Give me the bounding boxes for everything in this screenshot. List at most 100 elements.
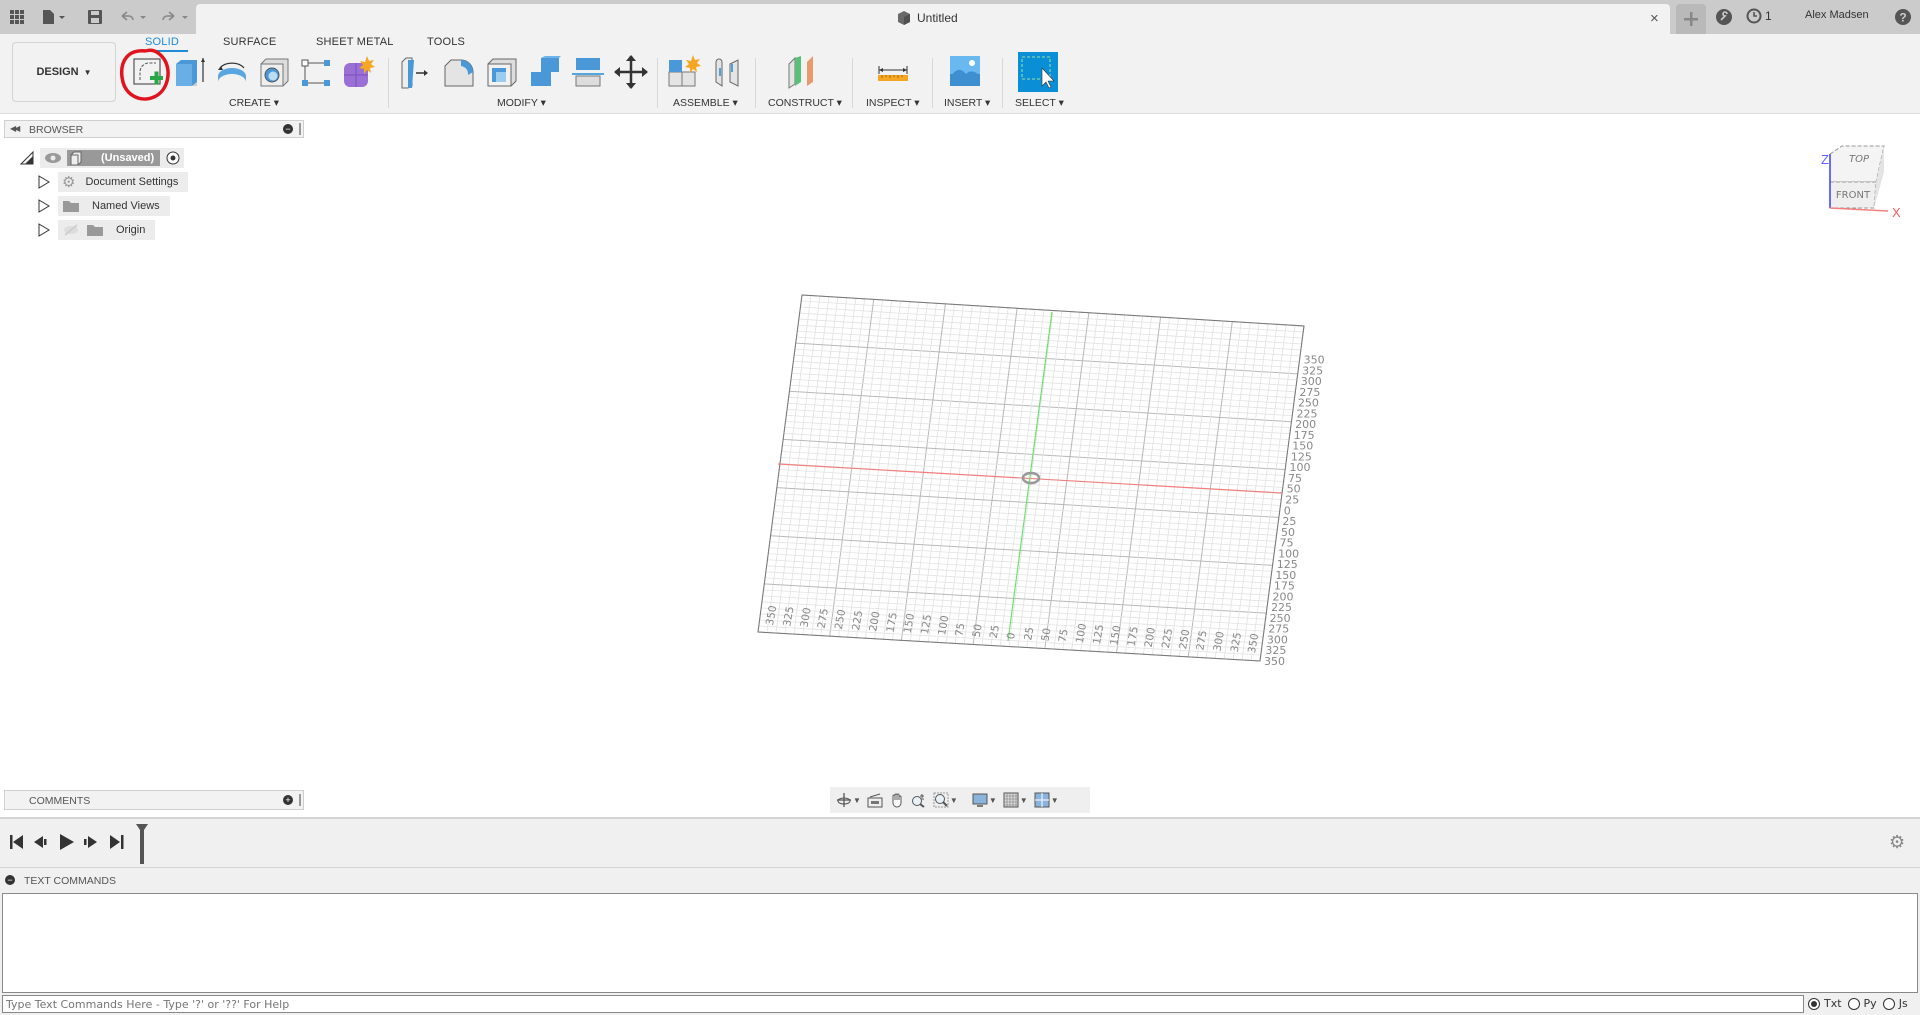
assemble-menu[interactable]: ASSEMBLE ▾ xyxy=(673,97,738,109)
select-button[interactable] xyxy=(1018,52,1058,92)
zoom-window-icon xyxy=(933,792,949,808)
toolbar-divider xyxy=(755,58,756,108)
measure-button[interactable] xyxy=(875,54,911,90)
pin-panel-icon[interactable] xyxy=(299,794,301,806)
comments-title: COMMENTS xyxy=(29,795,91,807)
navigation-bar: ▼ ▼ ▼ ▼ ▼ xyxy=(830,787,1090,813)
shell-icon xyxy=(487,58,517,87)
grid-label-bottom: 0 xyxy=(1005,632,1018,641)
joint-icon xyxy=(715,58,739,87)
go-to-end-button[interactable] xyxy=(110,835,124,849)
workspace-switcher[interactable]: DESIGN ▼ xyxy=(12,42,116,102)
move-copy-button[interactable] xyxy=(613,54,649,90)
create-form-button[interactable] xyxy=(340,54,376,90)
grid-label-bottom: 250 xyxy=(1177,628,1192,650)
tab-surface[interactable]: SURFACE xyxy=(223,36,276,48)
app-grid-icon[interactable] xyxy=(6,6,28,28)
new-component-button[interactable] xyxy=(667,54,703,90)
file-menu-button[interactable] xyxy=(38,6,70,28)
fillet-button[interactable] xyxy=(441,54,477,90)
fit-button[interactable]: ▼ xyxy=(933,792,958,808)
step-back-button[interactable] xyxy=(34,836,48,848)
close-tab-icon[interactable]: × xyxy=(1650,10,1659,27)
create-menu[interactable]: CREATE ▾ xyxy=(229,97,279,109)
add-comment-icon[interactable]: + xyxy=(283,795,293,805)
offset-plane-button[interactable] xyxy=(785,54,821,90)
insert-menu[interactable]: INSERT ▾ xyxy=(944,97,990,109)
fillet-icon xyxy=(444,59,474,87)
move-icon xyxy=(614,55,648,89)
comments-panel-header[interactable]: COMMENTS + xyxy=(4,790,304,810)
grid-label-bottom: 125 xyxy=(1091,623,1106,645)
grid-label-bottom: 200 xyxy=(867,611,882,633)
grid-label-bottom: 50 xyxy=(1039,627,1053,642)
display-settings-button[interactable]: ▼ xyxy=(972,792,997,808)
undo-icon[interactable] xyxy=(116,6,152,28)
timeline-marker[interactable] xyxy=(135,824,149,864)
grid-label-bottom: 325 xyxy=(781,606,796,628)
grid-label-bottom: 150 xyxy=(902,613,917,635)
select-menu[interactable]: SELECT ▾ xyxy=(1015,97,1064,109)
extensions-icon[interactable] xyxy=(1713,6,1735,28)
look-at-button[interactable] xyxy=(867,792,883,808)
split-body-button[interactable] xyxy=(570,54,606,90)
grid-label-bottom: 275 xyxy=(816,608,831,630)
modify-menu[interactable]: MODIFY ▾ xyxy=(497,97,546,109)
inspect-menu[interactable]: INSPECT ▾ xyxy=(866,97,920,109)
grid-label-bottom: 250 xyxy=(833,609,848,631)
revolve-button[interactable] xyxy=(214,54,250,90)
text-command-input[interactable] xyxy=(2,995,1804,1013)
document-tab[interactable]: Untitled × xyxy=(196,4,1670,34)
mode-js-radio[interactable]: Js xyxy=(1882,997,1908,1010)
shell-button[interactable] xyxy=(484,54,520,90)
grid-label-bottom: 25 xyxy=(988,624,1002,639)
toolbar-divider xyxy=(657,58,658,108)
revolve-icon xyxy=(218,62,246,82)
viewports-button[interactable]: ▼ xyxy=(1034,792,1059,808)
viewcube[interactable]: Z X TOP FRONT xyxy=(1818,142,1908,222)
job-status-button[interactable]: 1 xyxy=(1746,8,1772,24)
pattern-button[interactable] xyxy=(298,54,334,90)
insert-image-button[interactable] xyxy=(948,54,984,90)
extrude-button[interactable] xyxy=(172,54,208,90)
z-axis-label: Z xyxy=(1821,152,1829,167)
construct-menu[interactable]: CONSTRUCT ▾ xyxy=(768,97,842,109)
tab-tools[interactable]: TOOLS xyxy=(427,36,465,48)
press-pull-button[interactable] xyxy=(398,54,434,90)
grid-settings-button[interactable]: ▼ xyxy=(1003,792,1028,808)
mode-py-radio[interactable]: Py xyxy=(1847,997,1877,1010)
workspace-label: DESIGN xyxy=(36,66,79,78)
step-forward-button[interactable] xyxy=(84,836,98,848)
zoom-button[interactable] xyxy=(911,792,927,808)
look-at-icon xyxy=(867,793,883,808)
tab-sheet-metal[interactable]: SHEET METAL xyxy=(316,36,394,48)
select-icon xyxy=(1021,56,1055,89)
go-to-start-button[interactable] xyxy=(10,835,24,849)
redo-icon[interactable] xyxy=(158,6,194,28)
mode-txt-radio[interactable]: Txt xyxy=(1808,997,1842,1010)
save-icon[interactable] xyxy=(84,6,106,28)
viewport-grid[interactable]: 3503253002752502252001751501251007550250… xyxy=(0,115,1920,785)
viewcube-front-label: FRONT xyxy=(1836,190,1871,201)
zoom-icon xyxy=(911,794,925,808)
pattern-icon xyxy=(301,59,330,86)
help-icon[interactable]: ? xyxy=(1892,6,1914,28)
y-axis-green-line xyxy=(1007,311,1053,642)
create-form-icon xyxy=(344,56,375,87)
grid-label-bottom: 225 xyxy=(1160,627,1175,649)
insert-image-icon xyxy=(950,56,980,86)
press-pull-icon xyxy=(401,57,428,89)
orbit-button[interactable]: ▼ xyxy=(836,792,861,808)
joint-button[interactable] xyxy=(710,54,746,90)
play-button[interactable] xyxy=(60,834,74,850)
new-tab-button[interactable] xyxy=(1676,4,1706,34)
pan-button[interactable] xyxy=(889,792,905,808)
combine-button[interactable] xyxy=(527,54,563,90)
timeline-settings-gear-icon[interactable]: ⚙ xyxy=(1889,832,1905,853)
hole-button[interactable] xyxy=(256,54,292,90)
user-name[interactable]: Alex Madsen xyxy=(1805,9,1869,21)
grid-icon xyxy=(1003,792,1019,808)
pan-hand-icon xyxy=(892,793,902,808)
collapse-text-commands-icon[interactable]: − xyxy=(5,875,15,885)
toolbar-divider xyxy=(388,58,389,108)
